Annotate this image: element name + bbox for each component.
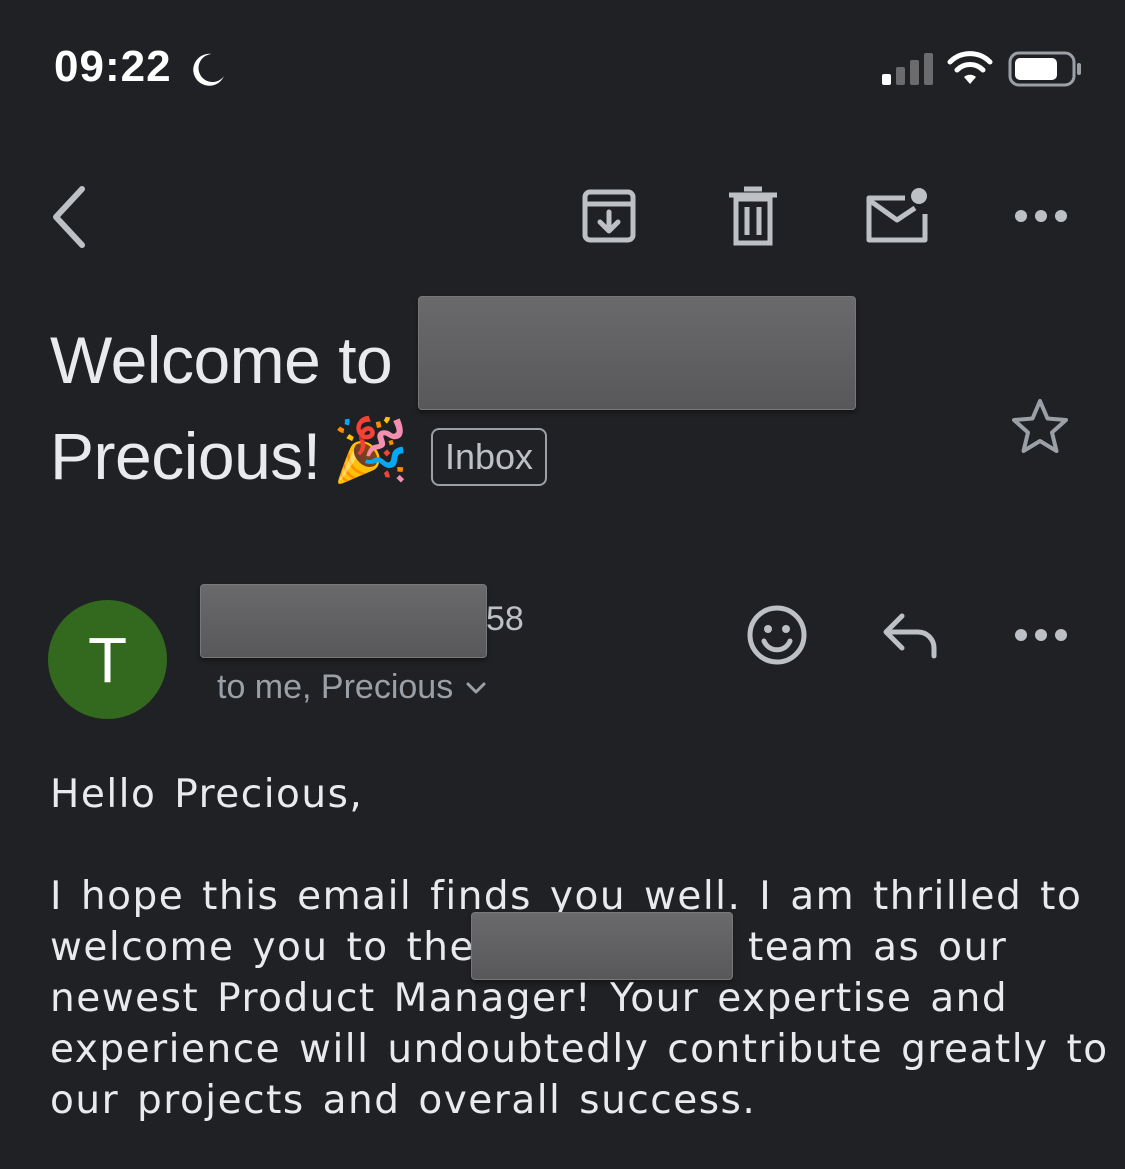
redacted-sender-name <box>200 584 487 658</box>
body-line-2-suffix: team as our <box>748 925 1008 970</box>
message-more-button[interactable] <box>1010 615 1072 655</box>
chevron-left-icon <box>53 186 85 248</box>
status-time: 09:22 <box>54 42 172 91</box>
mark-unread-button[interactable] <box>862 184 932 248</box>
cellular-signal-icon <box>880 52 936 91</box>
subject-line-1: Welcome to <box>50 323 393 397</box>
star-button[interactable] <box>1008 394 1072 458</box>
sender-name-suffix: 58 <box>486 600 524 638</box>
redacted-company-name <box>471 912 733 980</box>
trash-icon <box>729 186 777 246</box>
subject-line-2: Precious! <box>50 419 321 493</box>
archive-button[interactable] <box>576 184 642 248</box>
inbox-label[interactable]: Inbox <box>431 428 547 486</box>
body-line-3: newest Product Manager! Your expertise a… <box>50 976 1009 1021</box>
recipients-toggle[interactable]: to me, Precious <box>217 668 487 707</box>
reply-icon <box>883 613 937 659</box>
reply-button[interactable] <box>878 608 942 662</box>
body-line-2-prefix: welcome you to the <box>50 925 476 970</box>
moon-icon <box>188 50 228 95</box>
smiley-icon <box>747 605 807 665</box>
body-line-4: experience will undoubtedly contribute g… <box>50 1027 1109 1072</box>
mail-unread-icon <box>866 188 928 243</box>
add-reaction-button[interactable] <box>744 602 810 668</box>
wifi-icon <box>946 50 994 91</box>
redacted-block <box>418 296 856 410</box>
more-horizontal-icon <box>1015 629 1067 641</box>
delete-button[interactable] <box>724 184 782 248</box>
body-greeting: Hello Precious, <box>50 772 364 817</box>
more-button[interactable] <box>1010 196 1072 236</box>
archive-icon <box>582 189 636 243</box>
chevron-down-icon <box>466 682 486 693</box>
battery-icon <box>1008 50 1084 93</box>
more-horizontal-icon <box>1015 210 1067 222</box>
sender-avatar[interactable]: T <box>48 600 167 719</box>
body-line-5: our projects and overall success. <box>50 1078 757 1123</box>
party-popper-emoji: 🎉 <box>332 416 410 485</box>
back-button[interactable] <box>40 182 96 252</box>
star-outline-icon <box>1012 399 1068 453</box>
recipients-text: to me, Precious <box>217 668 454 706</box>
